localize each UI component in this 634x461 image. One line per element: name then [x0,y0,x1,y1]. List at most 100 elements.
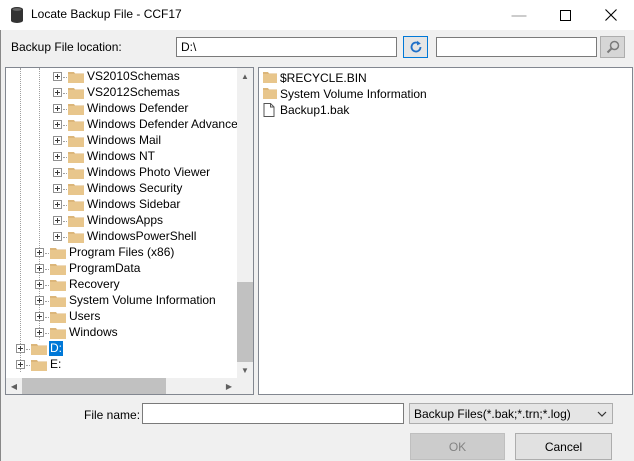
tree-item[interactable]: Users [6,309,238,325]
folder-icon [50,264,66,275]
tree-item[interactable]: Windows Sidebar [6,197,238,213]
expand-icon[interactable] [53,168,62,177]
file-type-selected: Backup Files(*.bak;*.trn;*.log) [414,406,571,421]
list-item-label: $RECYCLE.BIN [280,71,367,85]
folder-icon [68,184,84,195]
expand-icon[interactable] [16,360,25,369]
tree-item[interactable]: Windows Security [6,181,238,197]
folder-icon [50,312,66,323]
close-button[interactable] [588,0,634,30]
folder-icon [68,232,84,243]
tree-item[interactable]: Program Files (x86) [6,245,238,261]
tree-item[interactable]: D: [6,341,238,357]
cancel-button[interactable]: Cancel [515,433,612,460]
maximize-icon [559,9,571,21]
tree-item-label: VS2012Schemas [87,85,180,99]
database-icon [10,6,24,24]
tree-item-label: VS2010Schemas [87,69,180,83]
tree-item[interactable]: E: [6,357,238,373]
folder-icon [263,87,277,101]
tree-item[interactable]: Recovery [6,277,238,293]
scroll-down-icon[interactable]: ▼ [237,362,253,378]
refresh-button[interactable] [403,36,428,58]
search-button[interactable] [600,36,625,58]
file-icon [263,103,277,117]
tree-item[interactable]: VS2012Schemas [6,85,238,101]
maximize-button[interactable] [542,0,588,30]
tree-item[interactable]: WindowsApps [6,213,238,229]
folder-icon [50,280,66,291]
tree-item-label: Windows Defender Advanced T [87,117,254,131]
tree-item-label: Windows Security [87,181,183,195]
expand-icon[interactable] [35,264,44,273]
expand-icon[interactable] [35,248,44,257]
list-item[interactable]: $RECYCLE.BIN [263,70,367,86]
tree-item[interactable]: Windows Mail [6,133,238,149]
minimize-button[interactable]: — [496,0,542,30]
expand-icon[interactable] [53,120,62,129]
scroll-corner [237,378,253,394]
tree-vertical-scroll-thumb[interactable] [237,282,253,362]
tree-item[interactable]: WindowsPowerShell [6,229,238,245]
expand-icon[interactable] [53,72,62,81]
tree-horizontal-scroll-thumb[interactable] [22,378,166,394]
tree-item[interactable]: Windows Defender [6,101,238,117]
folder-icon [50,248,66,259]
folder-icon [263,71,277,85]
file-name-label: File name: [84,408,141,422]
folder-icon [68,72,84,83]
ok-button[interactable]: OK [410,433,505,460]
tree-item[interactable]: Windows [6,325,238,341]
tree-item-label: Windows [69,325,118,339]
file-type-select[interactable]: Backup Files(*.bak;*.trn;*.log) [409,403,613,424]
folder-icon [68,152,84,163]
expand-icon[interactable] [53,232,62,241]
expand-icon[interactable] [53,216,62,225]
tree-item[interactable]: VS2010Schemas [6,69,238,85]
chevron-down-icon [597,411,607,417]
scroll-left-icon[interactable]: ◀ [6,378,22,394]
folder-icon [31,360,47,371]
tree-item[interactable]: Windows Photo Viewer [6,165,238,181]
list-item-label: Backup1.bak [280,103,350,117]
refresh-icon [410,40,421,53]
tree-item[interactable]: Windows NT [6,149,238,165]
folder-icon [50,296,66,307]
scroll-right-icon[interactable]: ▶ [221,378,237,394]
tree-item[interactable]: ProgramData [6,261,238,277]
expand-icon[interactable] [53,200,62,209]
expand-icon[interactable] [35,312,44,321]
scroll-up-icon[interactable]: ▲ [237,68,253,84]
tree-item-label: Recovery [69,277,120,291]
expand-icon[interactable] [53,136,62,145]
list-item[interactable]: Backup1.bak [263,102,349,118]
tree-item-label: WindowsPowerShell [87,229,197,243]
list-item-label: System Volume Information [280,87,427,101]
expand-icon[interactable] [53,88,62,97]
expand-icon[interactable] [53,152,62,161]
list-item[interactable]: System Volume Information [263,86,427,102]
backup-location-label: Backup File location: [11,40,122,54]
folder-icon [68,200,84,211]
expand-icon[interactable] [35,296,44,305]
file-list[interactable]: $RECYCLE.BIN System Volume Information B… [258,67,633,395]
search-icon [606,40,619,54]
window-title: Locate Backup File - CCF17 [31,7,182,21]
expand-icon[interactable] [16,344,25,353]
file-name-input[interactable] [142,403,404,424]
expand-icon[interactable] [53,104,62,113]
expand-icon[interactable] [35,280,44,289]
folder-icon [68,216,84,227]
folder-icon [68,136,84,147]
tree-item-label: Windows Defender [87,101,189,115]
expand-icon[interactable] [35,328,44,337]
folder-icon [68,104,84,115]
tree-item-label: ProgramData [69,261,141,275]
folder-tree[interactable]: VS2010Schemas VS2012Schemas Windows Defend… [5,67,254,395]
tree-item[interactable]: System Volume Information [6,293,238,309]
expand-icon[interactable] [53,184,62,193]
tree-item-label: WindowsApps [87,213,164,227]
backup-location-input[interactable] [176,37,397,57]
tree-item[interactable]: Windows Defender Advanced T [6,117,253,133]
search-input[interactable] [436,37,597,57]
